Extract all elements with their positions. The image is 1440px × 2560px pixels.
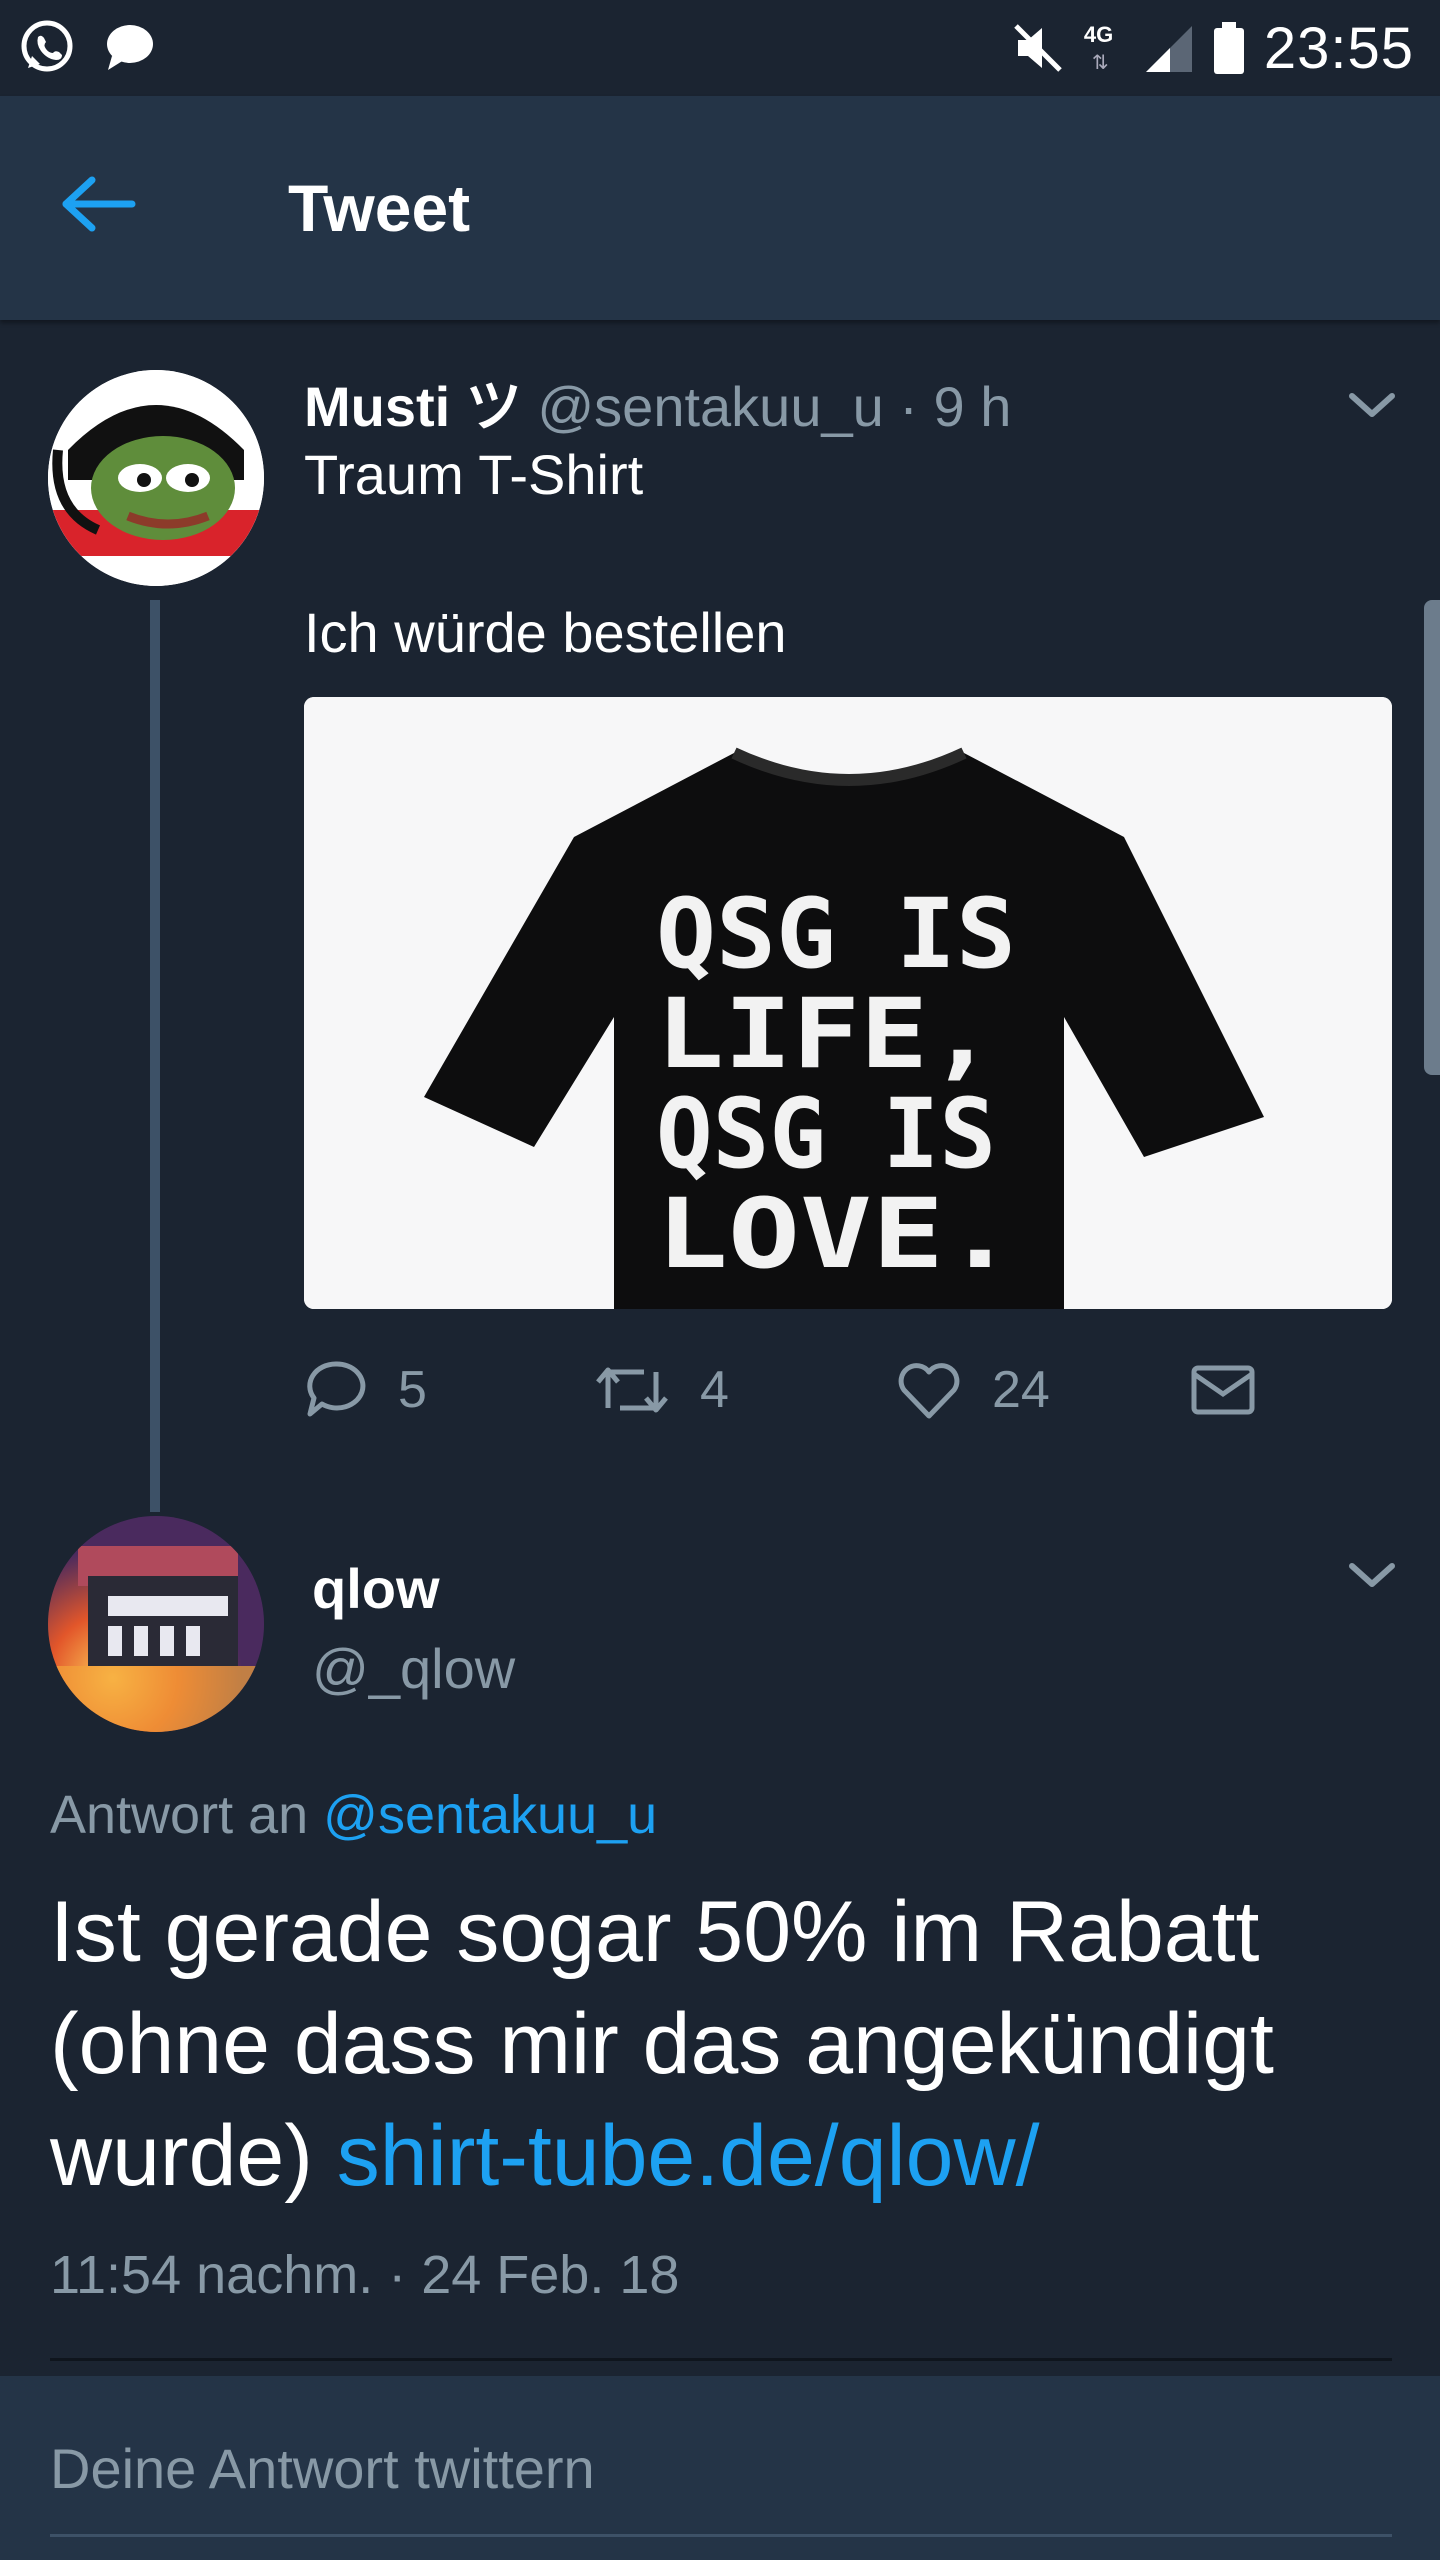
tshirt-print-line4: LOVE. xyxy=(656,1178,1016,1290)
retweet-icon xyxy=(596,1367,668,1413)
reply-count: 5 xyxy=(398,1361,427,1419)
chevron-down-icon[interactable] xyxy=(1342,386,1402,426)
heart-icon xyxy=(898,1363,960,1419)
author-name[interactable]: qlow xyxy=(312,1556,440,1621)
direct-message-action[interactable] xyxy=(1190,1350,1256,1430)
chat-bubble-icon xyxy=(107,25,153,70)
scrollbar-thumb[interactable] xyxy=(1424,600,1440,1075)
envelope-icon xyxy=(1191,1365,1255,1415)
parent-tweet-text-line1: Traum T-Shirt xyxy=(304,443,644,506)
tshirt-print-line1: QSG IS xyxy=(656,878,1016,990)
tshirt-image: QSG IS LIFE, QSG IS LOVE. xyxy=(304,697,1392,1309)
reply-context: Antwort an @sentakuu_u xyxy=(50,1784,657,1846)
chevron-down-icon[interactable] xyxy=(1342,1556,1402,1596)
retweet-action[interactable]: 4 xyxy=(594,1350,729,1430)
retweet-count: 4 xyxy=(700,1361,729,1419)
status-bar: 4G ⇅ 23:55 xyxy=(0,0,1440,96)
reply-input[interactable]: Deine Antwort twittern xyxy=(50,2436,595,2501)
mute-icon xyxy=(1014,24,1062,72)
frog-avatar-image xyxy=(48,370,264,586)
reply-action[interactable]: 5 xyxy=(304,1350,427,1430)
divider xyxy=(50,2358,1392,2361)
parent-author-handle-time: @sentakuu_u · 9 h xyxy=(537,375,1012,438)
back-button[interactable] xyxy=(60,156,170,252)
parent-tweet-header: Musti ツ @sentakuu_u · 9 h xyxy=(304,362,1011,443)
parent-tweet-text-line2: Ich würde bestellen xyxy=(304,601,787,664)
reply-icon xyxy=(307,1361,366,1417)
reply-mention-link[interactable]: @sentakuu_u xyxy=(323,1785,657,1845)
tweet-text: Ist gerade sogar 50% im Rabatt (ohne das… xyxy=(50,1876,1390,2212)
thread-connector-line xyxy=(150,600,160,1512)
parent-author-name[interactable]: Musti ツ xyxy=(304,375,522,438)
like-action[interactable]: 24 xyxy=(896,1350,1050,1430)
reply-input-underline xyxy=(50,2534,1392,2537)
avatar-qlow[interactable] xyxy=(48,1516,264,1732)
whatsapp-icon xyxy=(21,20,73,72)
like-count: 24 xyxy=(992,1361,1050,1419)
game-character-avatar-image xyxy=(48,1516,264,1732)
app-bar: Tweet xyxy=(0,96,1440,320)
network-label: 4G xyxy=(1083,22,1114,47)
author-handle[interactable]: @_qlow xyxy=(312,1636,515,1701)
tshirt-print-line3: QSG IS xyxy=(656,1078,996,1190)
reply-prefix: Antwort an xyxy=(50,1785,324,1845)
parent-tweet-actions: 5 4 24 xyxy=(304,1350,1304,1430)
avatar-musti[interactable] xyxy=(48,370,264,586)
arrow-left-icon xyxy=(62,176,136,232)
status-bar-notifications xyxy=(18,18,156,76)
page-title: Tweet xyxy=(288,171,471,245)
tshirt-print-line2: LIFE, xyxy=(656,978,996,1090)
tweet-timestamp: 11:54 nachm. · 24 Feb. 18 xyxy=(50,2245,680,2305)
status-time: 23:55 xyxy=(1263,15,1414,81)
tweet-link[interactable]: shirt-tube.de/qlow/ xyxy=(337,2108,1040,2204)
battery-icon xyxy=(1213,22,1244,74)
signal-icon xyxy=(1145,26,1192,72)
tweet-image[interactable]: QSG IS LIFE, QSG IS LOVE. xyxy=(304,697,1392,1309)
status-bar-system: 4G ⇅ 23:55 xyxy=(1010,12,1414,84)
network-4g-icon: 4G ⇅ xyxy=(1083,22,1114,74)
reply-composer: Deine Antwort twittern xyxy=(0,2376,1440,2560)
